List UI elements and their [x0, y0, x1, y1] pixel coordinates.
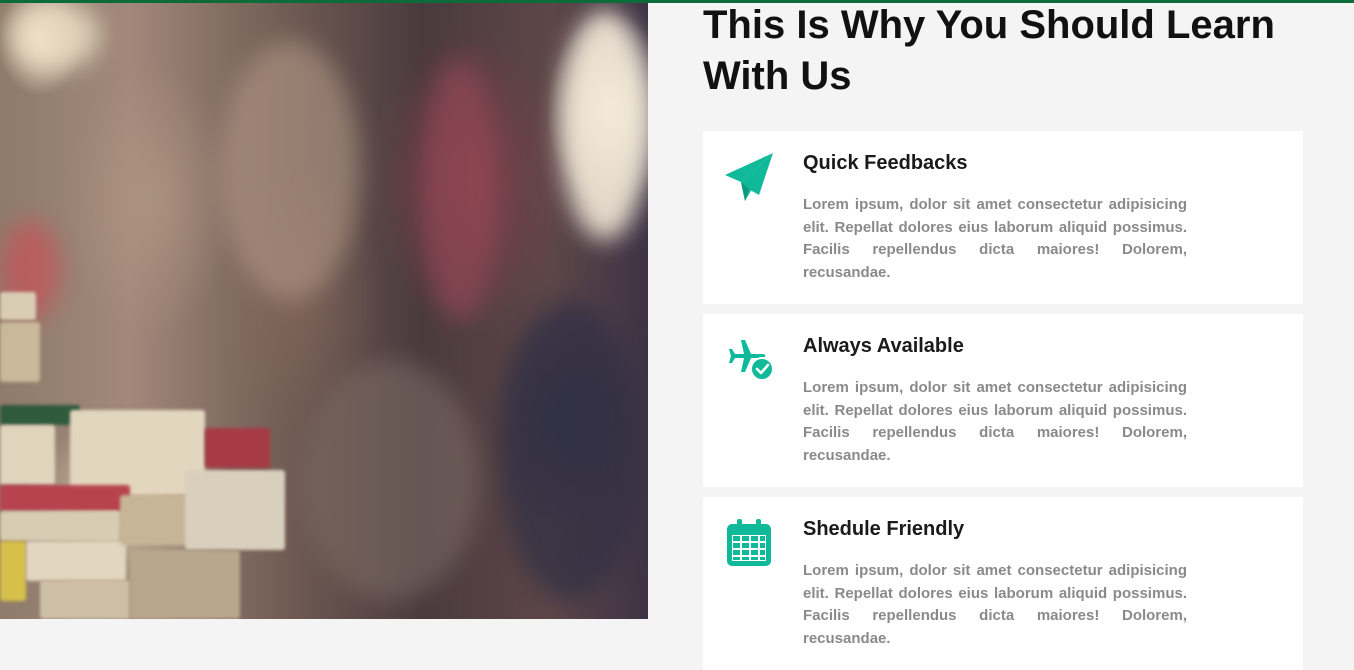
plane-check-icon	[723, 334, 775, 386]
feature-description: Lorem ipsum, dolor sit amet consectetur …	[803, 379, 1187, 465]
top-accent-bar	[0, 0, 1354, 3]
calendar-icon-graphic	[727, 519, 771, 566]
paper-plane-icon-graphic	[725, 153, 773, 201]
section-title: This Is Why You Should Learn With Us	[703, 3, 1275, 98]
feature-description: Lorem ipsum, dolor sit amet consectetur …	[803, 562, 1187, 648]
library-books-photo	[0, 0, 648, 619]
feature-title: Shedule Friendly	[803, 518, 965, 540]
plane-check-icon-graphic	[729, 340, 774, 381]
paper-plane-icon	[723, 151, 775, 203]
feature-card-always-available: Always Available Lorem ipsum, dolor sit …	[703, 314, 1303, 487]
feature-description: Lorem ipsum, dolor sit amet consectetur …	[803, 196, 1187, 282]
feature-title: Always Available	[803, 335, 964, 357]
feature-title: Quick Feedbacks	[803, 152, 968, 174]
calendar-icon	[723, 517, 775, 569]
features-section: This Is Why You Should Learn With Us Qui…	[648, 0, 1354, 670]
feature-card-quick-feedbacks: Quick Feedbacks Lorem ipsum, dolor sit a…	[703, 131, 1303, 304]
feature-card-shedule-friendly: Shedule Friendly Lorem ipsum, dolor sit …	[703, 497, 1303, 670]
